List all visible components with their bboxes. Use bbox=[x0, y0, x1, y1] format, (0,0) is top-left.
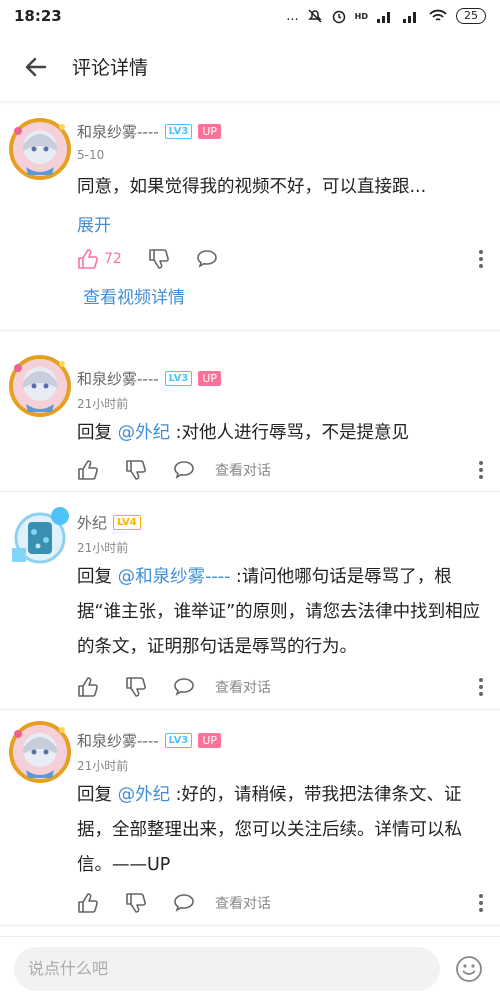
reply-item: 和泉纱雾---- LV3 UP 21小时前 回复 @外纪 :对他人进行辱骂，不是… bbox=[0, 344, 500, 492]
level-badge: LV3 bbox=[164, 733, 193, 748]
comment-time: 5-10 bbox=[77, 148, 105, 162]
thumb-down-icon[interactable] bbox=[125, 892, 147, 914]
thumb-up-icon[interactable] bbox=[77, 892, 99, 914]
avatar[interactable] bbox=[8, 504, 72, 568]
action-bar: 72 bbox=[77, 247, 485, 271]
mute-icon bbox=[307, 9, 322, 23]
thumb-down-icon[interactable] bbox=[148, 248, 170, 270]
like-count: 72 bbox=[104, 251, 122, 267]
action-bar: 查看对话 bbox=[77, 891, 485, 915]
reply-time: 21小时前 bbox=[77, 541, 129, 555]
avatar[interactable] bbox=[8, 354, 72, 418]
comment-bubble-icon[interactable] bbox=[173, 459, 195, 481]
reply-prefix: 回复 bbox=[77, 567, 118, 587]
username[interactable]: 和泉纱雾---- bbox=[77, 368, 159, 389]
battery-indicator: 25 bbox=[456, 8, 486, 24]
more-vertical-icon[interactable] bbox=[477, 248, 485, 270]
back-arrow-icon bbox=[25, 57, 47, 76]
status-bar: 18:23 ... HD 25 bbox=[0, 0, 500, 32]
thumb-up-icon[interactable] bbox=[77, 676, 99, 698]
emoji-icon[interactable] bbox=[455, 955, 483, 983]
reply-text: 回复 @外纪 :对他人进行辱骂，不是提意见 bbox=[77, 416, 482, 451]
mention-link[interactable]: @和泉纱雾---- bbox=[118, 567, 231, 587]
signal-icon bbox=[377, 12, 390, 23]
action-bar: 查看对话 bbox=[77, 458, 485, 482]
more-vertical-icon[interactable] bbox=[477, 892, 485, 914]
view-video-link[interactable]: 查看视频详情 bbox=[83, 283, 185, 308]
page-title: 评论详情 bbox=[72, 57, 149, 79]
comment-bubble-icon[interactable] bbox=[196, 248, 218, 270]
thumb-up-icon[interactable] bbox=[77, 248, 99, 270]
level-badge: LV3 bbox=[164, 371, 193, 386]
more-vertical-icon[interactable] bbox=[477, 459, 485, 481]
mention-link[interactable]: @外纪 bbox=[118, 785, 171, 805]
thumb-up-icon[interactable] bbox=[77, 459, 99, 481]
comment-input-bar: 说点什么吧 bbox=[0, 936, 500, 1000]
wifi-icon bbox=[429, 9, 447, 21]
level-badge: LV3 bbox=[164, 124, 193, 139]
comment-bubble-icon[interactable] bbox=[173, 676, 195, 698]
username[interactable]: 外纪 bbox=[77, 512, 107, 533]
level-badge: LV4 bbox=[113, 515, 141, 530]
comment-input[interactable]: 说点什么吧 bbox=[14, 947, 440, 991]
reply-item: 和泉纱雾---- LV3 UP 21小时前 回复 @外纪 :好的，请稍候，带我把… bbox=[0, 710, 500, 926]
alarm-icon bbox=[332, 10, 345, 24]
reply-text: 回复 @和泉纱雾---- :请问他哪句话是辱骂了，根据“谁主张，谁举证”的原则，… bbox=[77, 560, 482, 665]
app-bar: 评论详情 bbox=[0, 32, 500, 102]
up-badge: UP bbox=[198, 371, 222, 386]
expand-link[interactable]: 展开 bbox=[77, 211, 111, 236]
comment-text: 同意，如果觉得我的视频不好，可以直接跟... bbox=[77, 177, 427, 197]
back-button[interactable] bbox=[0, 32, 72, 102]
reply-prefix: 回复 bbox=[77, 423, 118, 443]
avatar[interactable] bbox=[8, 117, 72, 181]
name-row: 和泉纱雾---- LV3 UP bbox=[77, 730, 222, 751]
more-vertical-icon[interactable] bbox=[477, 676, 485, 698]
status-icons: ... HD 25 bbox=[286, 8, 486, 24]
reply-time: 21小时前 bbox=[77, 397, 129, 411]
avatar[interactable] bbox=[8, 720, 72, 784]
comment-bubble-icon[interactable] bbox=[173, 892, 195, 914]
reply-body: :对他人进行辱骂，不是提意见 bbox=[170, 423, 410, 443]
up-badge: UP bbox=[198, 733, 222, 748]
status-time: 18:23 bbox=[14, 7, 62, 25]
mention-link[interactable]: @外纪 bbox=[118, 423, 171, 443]
main-comment: 和泉纱雾---- LV3 UP 5-10 同意，如果觉得我的视频不好，可以直接跟… bbox=[0, 103, 500, 331]
thumb-down-icon[interactable] bbox=[125, 459, 147, 481]
action-bar: 查看对话 bbox=[77, 675, 485, 699]
reply-time: 21小时前 bbox=[77, 759, 129, 773]
up-badge: UP bbox=[198, 124, 222, 139]
name-row: 外纪 LV4 bbox=[77, 512, 141, 533]
name-row: 和泉纱雾---- LV3 UP bbox=[77, 121, 222, 142]
view-conversation-link[interactable]: 查看对话 bbox=[215, 893, 271, 913]
status-dots: ... bbox=[286, 8, 299, 24]
name-row: 和泉纱雾---- LV3 UP bbox=[77, 368, 222, 389]
username[interactable]: 和泉纱雾---- bbox=[77, 121, 159, 142]
signal-icon-2 bbox=[403, 12, 416, 23]
reply-item: 外纪 LV4 21小时前 回复 @和泉纱雾---- :请问他哪句话是辱骂了，根据… bbox=[0, 492, 500, 710]
reply-prefix: 回复 bbox=[77, 785, 118, 805]
view-conversation-link[interactable]: 查看对话 bbox=[215, 460, 271, 480]
reply-text: 回复 @外纪 :好的，请稍候，带我把法律条文、证据，全部整理出来，您可以关注后续… bbox=[77, 778, 482, 883]
hd-label: HD bbox=[354, 11, 368, 21]
thumb-down-icon[interactable] bbox=[125, 676, 147, 698]
view-conversation-link[interactable]: 查看对话 bbox=[215, 677, 271, 697]
username[interactable]: 和泉纱雾---- bbox=[77, 730, 159, 751]
